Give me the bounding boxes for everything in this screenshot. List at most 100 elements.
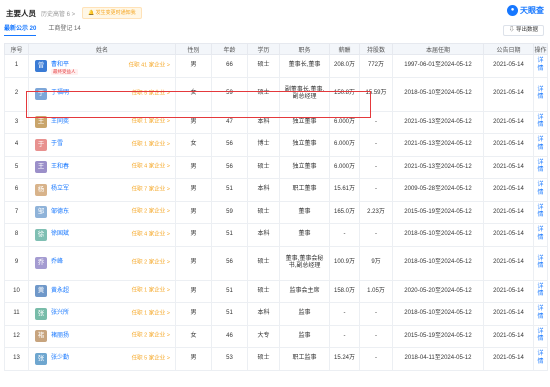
positions-link[interactable]: 任职 5 家企业 > — [132, 90, 170, 98]
salary-cell: 100.9万 — [329, 245, 360, 281]
person-name-link[interactable]: 张兴所 — [51, 310, 69, 318]
avatar[interactable]: 褚 — [35, 330, 47, 343]
positions-link[interactable]: 任职 5 家企业 > — [132, 355, 170, 363]
salary-cell: 165.0万 — [329, 200, 360, 224]
row-number: 4 — [4, 133, 29, 157]
detail-link[interactable]: 详情 — [533, 54, 548, 78]
person-name-link[interactable]: 邹德东 — [51, 209, 69, 217]
gender-cell: 男 — [175, 223, 212, 247]
salary-cell: 6.000万 — [329, 155, 360, 179]
shares-cell: - — [359, 324, 393, 348]
tab-registration[interactable]: 工商登记 14 — [48, 24, 80, 36]
role-cell: 监事 — [279, 324, 330, 348]
person-name-link[interactable]: 于雪 — [51, 141, 63, 149]
person-name-link[interactable]: 王和春 — [51, 164, 69, 172]
avatar-initial: 张 — [37, 309, 45, 317]
positions-link[interactable]: 任职 1 家企业 > — [132, 141, 170, 149]
positions-link[interactable]: 任职 41 家企业 > — [129, 62, 170, 70]
row-number: 11 — [4, 302, 29, 326]
avatar[interactable]: 黄 — [35, 285, 47, 298]
export-button[interactable]: ⇩ 导出数据 — [502, 25, 544, 36]
avatar[interactable]: 张 — [35, 352, 47, 365]
term-cell: 2018-04-11至2024-05-12 — [392, 347, 484, 371]
row-number: 2 — [4, 76, 29, 112]
person-name-link[interactable]: 王同奕 — [51, 119, 69, 127]
avatar[interactable]: 于 — [35, 138, 47, 151]
top-bar: 主要人员 历史高管 6 > 🔔 发生变更时通知我 ● 天眼查 — [0, 0, 550, 22]
education-cell: 硕士 — [247, 279, 280, 303]
avatar[interactable]: 杨 — [35, 183, 47, 196]
age-cell: 59 — [211, 200, 248, 224]
term-cell: 2020-05-20至2024-05-12 — [392, 279, 484, 303]
term-cell: 2015-05-19至2024-05-12 — [392, 200, 484, 224]
gender-cell: 男 — [175, 200, 212, 224]
positions-link[interactable]: 任职 7 家企业 > — [132, 186, 170, 194]
detail-link[interactable]: 详情 — [533, 302, 548, 326]
announce-date-cell: 2021-05-14 — [483, 245, 534, 281]
positions-link[interactable]: 任职 2 家企业 > — [132, 259, 170, 267]
person-name-link[interactable]: 乔峰 — [51, 259, 63, 267]
age-cell: 51 — [211, 223, 248, 247]
person-name-link[interactable]: 黄永超 — [51, 288, 69, 296]
salary-cell: 150.8万 — [329, 76, 360, 112]
export-label: 导出数据 — [515, 27, 538, 33]
positions-link[interactable]: 任职 2 家企业 > — [132, 333, 170, 341]
education-cell: 硕士 — [247, 54, 280, 78]
avatar[interactable]: 曾 — [35, 59, 47, 72]
person-name-link[interactable]: 张少勤 — [51, 355, 69, 363]
avatar[interactable]: 张 — [35, 307, 47, 320]
person-cell: 张张兴所 任职 1 家企业 > — [28, 302, 176, 326]
detail-link[interactable]: 详情 — [533, 324, 548, 348]
detail-link[interactable]: 详情 — [533, 76, 548, 112]
column-header: 操作 — [533, 43, 548, 55]
shares-cell: - — [359, 110, 393, 134]
column-header: 序号 — [4, 43, 29, 55]
positions-link[interactable]: 任职 1 家企业 > — [132, 119, 170, 127]
detail-link[interactable]: 详情 — [533, 200, 548, 224]
person-name-link[interactable]: 徐国斌 — [51, 231, 69, 239]
table-row: 13 张张少勤 任职 5 家企业 > 男 53 硕士 职工监事 15.24万 -2018-04-… — [4, 347, 548, 371]
brand-name: 天眼查 — [520, 6, 544, 15]
positions-link[interactable]: 任职 1 家企业 > — [132, 288, 170, 296]
avatar[interactable]: 王 — [35, 116, 47, 129]
table-row: 10 黄黄永超 任职 1 家企业 > 男 51 硕士 监事会主席 158.0万 1.05万 202… — [4, 279, 548, 303]
detail-link[interactable]: 详情 — [533, 178, 548, 202]
detail-link[interactable]: 详情 — [533, 133, 548, 157]
age-cell: 51 — [211, 279, 248, 303]
avatar[interactable]: 邹 — [35, 206, 47, 219]
detail-link[interactable]: 详情 — [533, 245, 548, 281]
detail-link[interactable]: 详情 — [533, 279, 548, 303]
avatar-initial: 杨 — [37, 185, 45, 193]
avatar[interactable]: 王 — [35, 161, 47, 174]
download-icon: ⇩ — [508, 27, 515, 33]
announce-date-cell: 2021-05-14 — [483, 110, 534, 134]
detail-link[interactable]: 详情 — [533, 223, 548, 247]
shares-cell: 772万 — [359, 54, 393, 78]
shares-cell: 9万 — [359, 245, 393, 281]
detail-link[interactable]: 详情 — [533, 155, 548, 179]
page-title: 主要人员 — [6, 9, 36, 18]
positions-link[interactable]: 任职 4 家企业 > — [132, 231, 170, 239]
positions-link[interactable]: 任职 4 家企业 > — [132, 164, 170, 172]
person-name-link[interactable]: 于福明 — [51, 90, 69, 98]
positions-link[interactable]: 任职 1 家企业 > — [132, 310, 170, 318]
detail-link[interactable]: 详情 — [533, 110, 548, 134]
avatar[interactable]: 徐 — [35, 228, 47, 241]
column-header: 姓名 — [28, 43, 176, 55]
history-executives-link[interactable]: 历史高管 6 > — [41, 9, 75, 18]
table-row: 7 邹邹德东 任职 2 家企业 > 男 59 硕士 董事 165.0万 2.23万 2015-05… — [4, 200, 548, 224]
positions-link[interactable]: 任职 2 家企业 > — [132, 209, 170, 217]
detail-link[interactable]: 详情 — [533, 347, 548, 371]
term-cell: 2015-05-19至2024-05-12 — [392, 324, 484, 348]
tab-latest[interactable]: 最新公示 20 — [4, 24, 37, 36]
avatar[interactable]: 于 — [35, 88, 47, 100]
person-name-link[interactable]: 褚丽扬 — [51, 333, 69, 341]
avatar-initial: 邹 — [37, 208, 45, 216]
person-name-link[interactable]: 杨立军 — [51, 186, 69, 194]
avatar[interactable]: 乔 — [35, 257, 47, 269]
change-notify-button[interactable]: 🔔 发生变更时通知我 — [82, 7, 142, 19]
row-number: 6 — [4, 178, 29, 202]
announce-date-cell: 2021-05-14 — [483, 347, 534, 371]
table-row: 12 褚褚丽扬 任职 2 家企业 > 女 46 大专 监事 - -2015-05-19至2024… — [4, 324, 548, 348]
education-cell: 博士 — [247, 133, 280, 157]
